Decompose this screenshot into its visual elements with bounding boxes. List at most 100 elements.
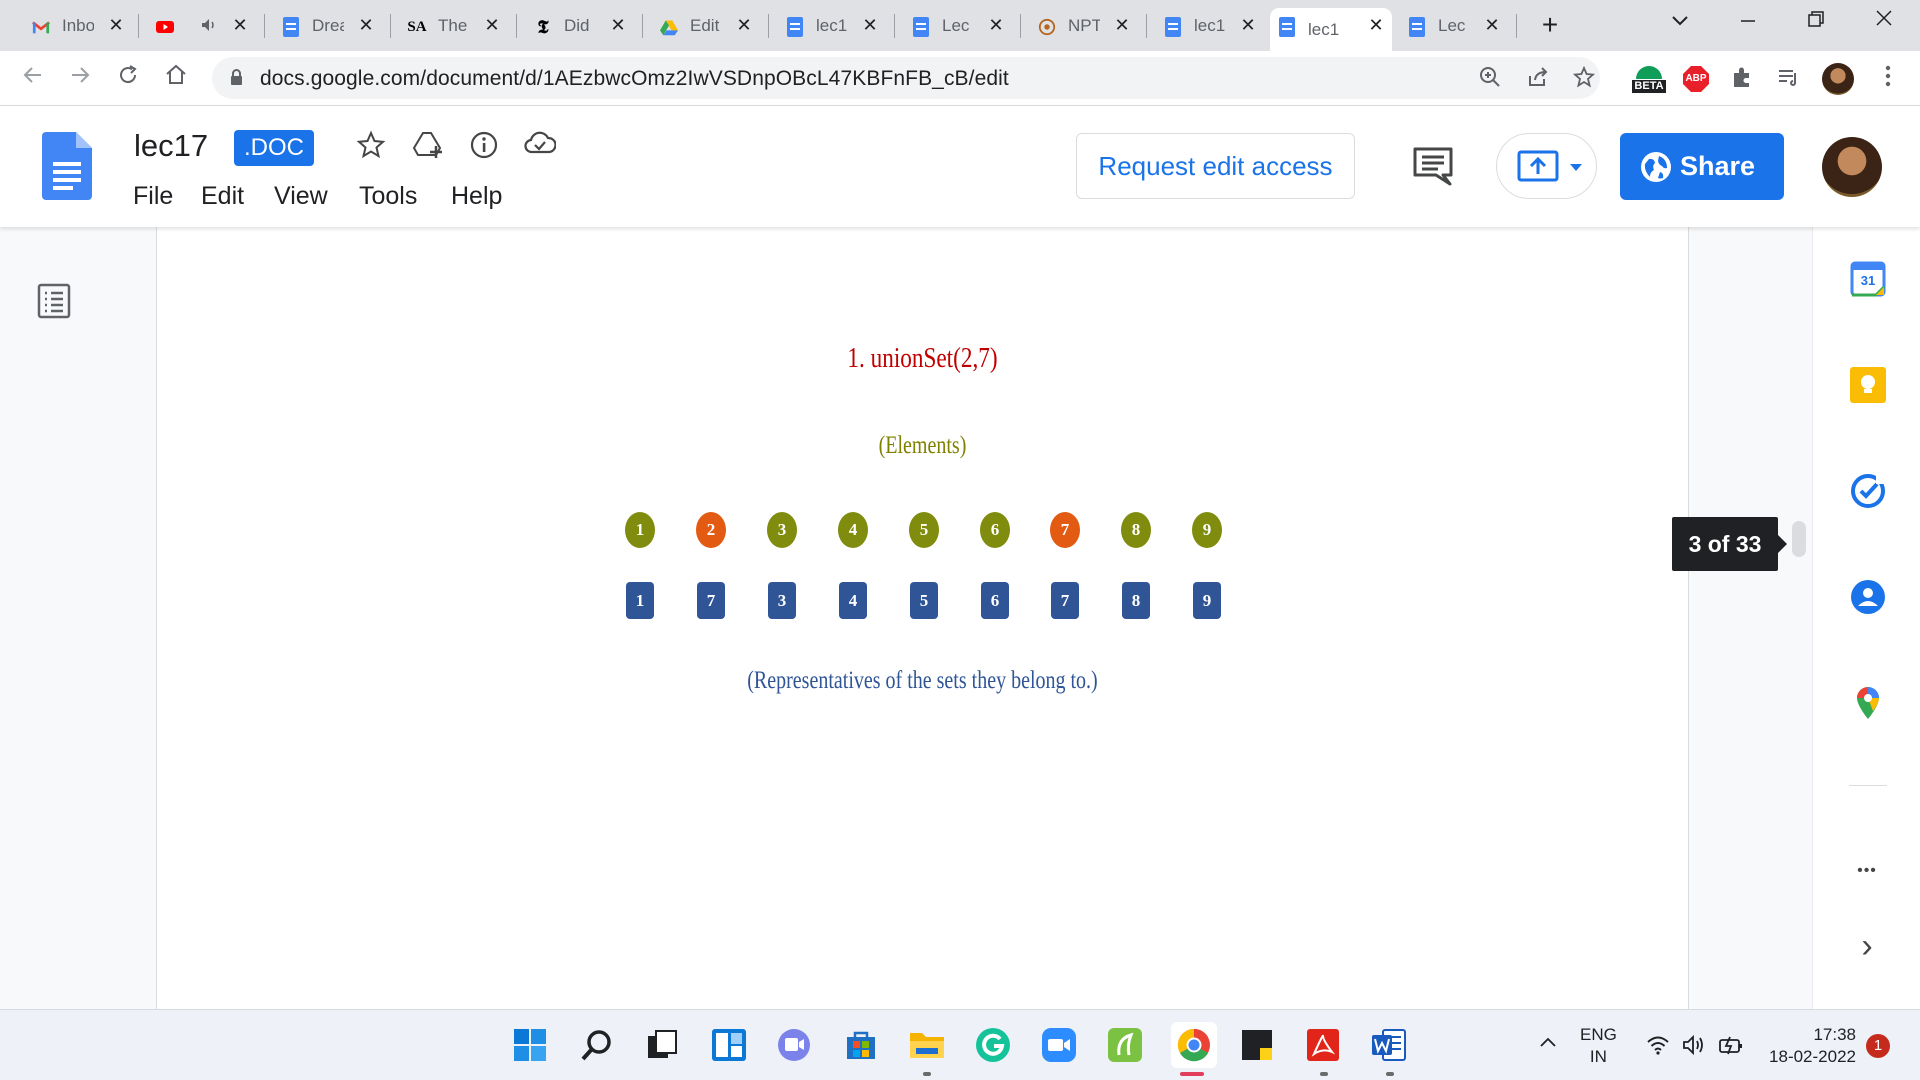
menu-tools[interactable]: Tools: [359, 182, 417, 211]
element-circle: 8: [1121, 512, 1151, 548]
adblock-plus-icon[interactable]: ABP: [1682, 65, 1710, 93]
tab-gmail[interactable]: Inbox ✕: [24, 8, 132, 44]
close-tab-icon[interactable]: ✕: [1482, 15, 1502, 35]
close-tab-icon[interactable]: ✕: [1112, 15, 1132, 35]
share-label: Share: [1680, 151, 1756, 181]
home-icon[interactable]: [160, 63, 192, 95]
teams-chat-icon[interactable]: [775, 1026, 813, 1064]
close-tab-icon[interactable]: ✕: [1366, 15, 1386, 35]
close-tab-icon[interactable]: ✕: [106, 15, 126, 35]
search-icon[interactable]: [578, 1026, 616, 1064]
clock[interactable]: 17:38 18-02-2022: [1760, 1024, 1856, 1068]
profile-avatar[interactable]: [1822, 63, 1854, 95]
close-tab-icon[interactable]: ✕: [356, 15, 376, 35]
word-icon[interactable]: [1370, 1026, 1408, 1064]
menu-edit[interactable]: Edit: [201, 182, 244, 211]
tab-docs-lec1[interactable]: lec1 ✕: [778, 8, 886, 44]
microsoft-store-icon[interactable]: [842, 1026, 880, 1064]
wifi-icon[interactable]: [1646, 1034, 1670, 1056]
chevron-up-icon[interactable]: [1538, 1032, 1558, 1052]
lock-icon[interactable]: [230, 69, 243, 85]
representative-box: 7: [697, 582, 725, 619]
document-title[interactable]: lec17: [134, 128, 208, 164]
comment-history-icon[interactable]: [1412, 146, 1454, 186]
close-tab-icon[interactable]: ✕: [986, 15, 1006, 35]
maps-icon[interactable]: [1850, 685, 1886, 721]
zoom-icon[interactable]: [1478, 66, 1502, 90]
tab-docs-lec1-b[interactable]: lec1 ✕: [1156, 8, 1264, 44]
tab-nptel[interactable]: NPT ✕: [1030, 8, 1138, 44]
url-text[interactable]: docs.google.com/document/d/1AEzbwcOmz2Iw…: [260, 67, 1009, 91]
windows-start-icon[interactable]: [511, 1026, 549, 1064]
reload-icon[interactable]: [112, 63, 144, 95]
forward-icon[interactable]: [64, 63, 96, 95]
bookmark-star-icon[interactable]: [1572, 65, 1596, 90]
close-tab-icon[interactable]: ✕: [482, 15, 502, 35]
restore-icon[interactable]: [1796, 6, 1836, 36]
contacts-icon[interactable]: [1850, 579, 1886, 615]
tab-drive[interactable]: Edit ✕: [652, 8, 760, 44]
docs-logo-icon[interactable]: [42, 132, 92, 200]
chrome-menu-icon[interactable]: [1874, 65, 1902, 93]
scrollbar-thumb[interactable]: [1792, 521, 1806, 557]
request-edit-access-button[interactable]: Request edit access: [1076, 133, 1355, 199]
speaker-muted-icon[interactable]: [200, 16, 218, 34]
document-page[interactable]: 1. unionSet(2,7) (Elements) 1 2 3 4 5 6 …: [156, 227, 1689, 1009]
tab-nyt[interactable]: 𝕿 Did ✕: [526, 8, 634, 44]
chevron-down-icon: [1569, 160, 1583, 178]
youtube-icon: [156, 18, 174, 36]
account-avatar[interactable]: [1822, 137, 1882, 197]
widgets-icon[interactable]: [710, 1026, 748, 1064]
chrome-icon[interactable]: [1171, 1022, 1217, 1068]
tab-sa[interactable]: SA The ✕: [400, 8, 508, 44]
close-tab-icon[interactable]: ✕: [230, 15, 250, 35]
menu-view[interactable]: View: [274, 182, 328, 211]
file-type-badge: .DOC: [234, 130, 314, 166]
menu-help[interactable]: Help: [451, 182, 502, 211]
tab-docs-lec[interactable]: Lec ✕: [904, 8, 1012, 44]
battery-charging-icon[interactable]: [1718, 1034, 1744, 1056]
language-code: ENG: [1580, 1025, 1617, 1044]
language-indicator[interactable]: ENG IN: [1580, 1024, 1617, 1068]
reading-list-icon[interactable]: [1774, 65, 1802, 93]
grammarly-icon[interactable]: [974, 1026, 1012, 1064]
notification-badge[interactable]: 1: [1866, 1034, 1890, 1058]
close-tab-icon[interactable]: ✕: [860, 15, 880, 35]
minimize-icon[interactable]: [1728, 6, 1768, 36]
volume-icon[interactable]: [1682, 1034, 1706, 1056]
tab-search-icon[interactable]: [1660, 6, 1700, 36]
file-explorer-icon[interactable]: [908, 1026, 946, 1064]
new-tab-button[interactable]: +: [1535, 10, 1565, 40]
tasks-icon[interactable]: [1850, 473, 1886, 509]
acrobat-reader-icon[interactable]: [1304, 1026, 1342, 1064]
tab-docs-dream[interactable]: Dream ✕: [274, 8, 382, 44]
present-button[interactable]: [1496, 133, 1597, 199]
zoom-icon[interactable]: [1040, 1026, 1078, 1064]
star-icon[interactable]: [354, 130, 388, 164]
sticky-notes-icon[interactable]: [1238, 1026, 1276, 1064]
extensions-puzzle-icon[interactable]: [1728, 65, 1756, 93]
info-icon[interactable]: [467, 130, 501, 164]
close-tab-icon[interactable]: ✕: [734, 15, 754, 35]
document-outline-icon[interactable]: [37, 283, 71, 319]
more-apps-icon[interactable]: •••: [1841, 862, 1893, 880]
keep-icon[interactable]: [1850, 367, 1886, 403]
evernote-icon[interactable]: [1106, 1026, 1144, 1064]
close-tab-icon[interactable]: ✕: [1238, 15, 1258, 35]
cloud-saved-icon[interactable]: [523, 130, 557, 164]
tab-docs-lec1-active[interactable]: lec1 ✕: [1270, 8, 1392, 51]
calendar-icon[interactable]: 31: [1850, 261, 1886, 297]
share-button[interactable]: Share: [1620, 133, 1784, 200]
address-bar[interactable]: docs.google.com/document/d/1AEzbwcOmz2Iw…: [212, 57, 1600, 99]
close-tab-icon[interactable]: ✕: [608, 15, 628, 35]
share-page-icon[interactable]: [1526, 66, 1550, 90]
expand-panel-icon[interactable]: ›: [1841, 927, 1893, 966]
back-icon[interactable]: [17, 63, 49, 95]
task-view-icon[interactable]: [643, 1026, 681, 1064]
move-to-drive-icon[interactable]: [411, 130, 445, 164]
tab-youtube[interactable]: ✕: [148, 8, 256, 44]
menu-file[interactable]: File: [133, 182, 173, 211]
close-window-icon[interactable]: [1864, 6, 1904, 36]
tab-docs-lec-b[interactable]: Lec ✕: [1400, 8, 1508, 44]
beta-extension-icon[interactable]: BETA: [1630, 65, 1668, 93]
